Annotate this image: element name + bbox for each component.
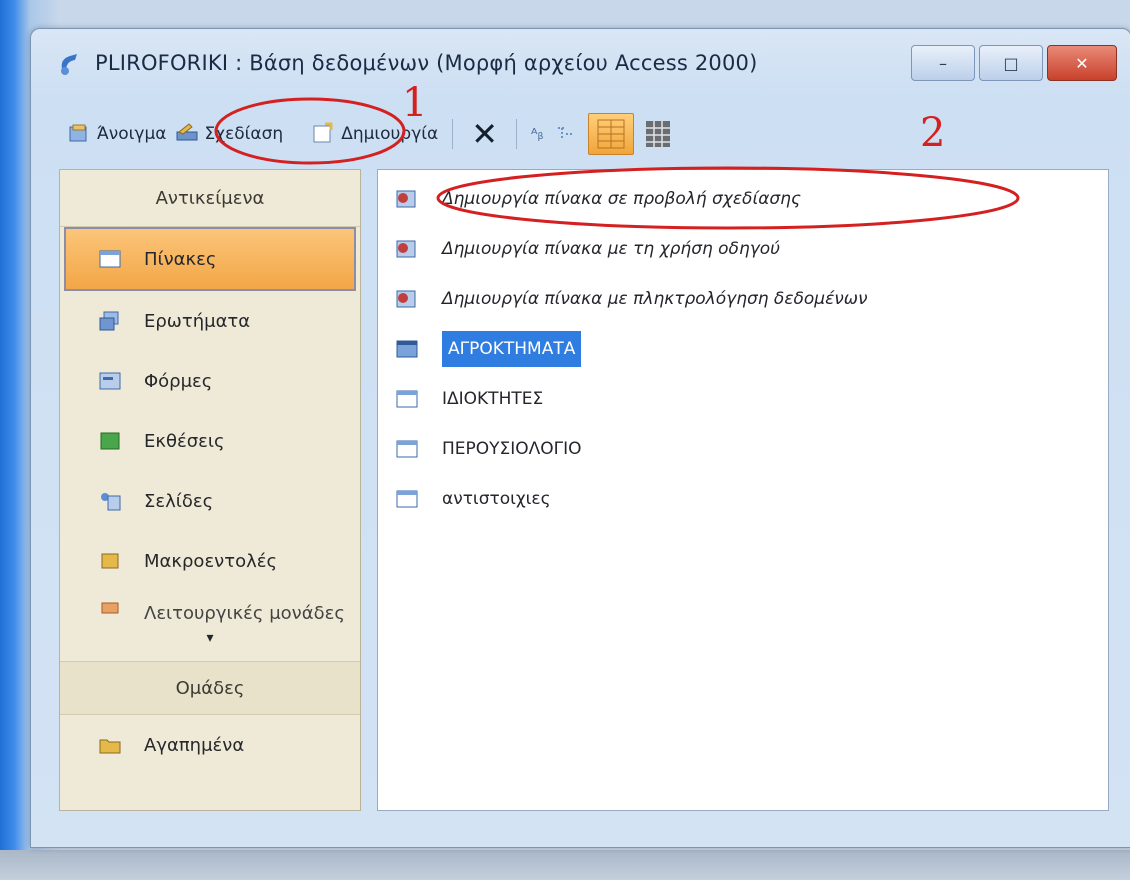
sidebar-item-forms[interactable]: Φόρμες bbox=[60, 351, 360, 411]
sidebar-item-label: Πίνακες bbox=[144, 248, 217, 270]
table-icon bbox=[396, 390, 418, 408]
sidebar-item-label: Εκθέσεις bbox=[144, 430, 225, 452]
sidebar-item-macros[interactable]: Μακροεντολές bbox=[60, 531, 360, 591]
table-icon bbox=[396, 440, 418, 458]
title-bar[interactable]: PLIROFORIKI : Βάση δεδομένων (Μορφή αρχε… bbox=[31, 29, 1130, 99]
design-icon bbox=[176, 123, 198, 141]
objects-sidebar: Αντικείμενα Πίνακες Ερωτήματα Φόρμες Εκθ… bbox=[59, 169, 361, 811]
group-item-favorites[interactable]: Αγαπημένα bbox=[60, 715, 360, 775]
sidebar-item-modules[interactable]: Λειτουργικές μονάδες bbox=[60, 591, 360, 633]
list-item-label: ΠΕΡΟΥΣΙΟΛΟΓΙΟ bbox=[442, 439, 582, 459]
open-button[interactable]: Άνοιγμα bbox=[63, 114, 171, 154]
list-item-create-design-view[interactable]: Δημιουργία πίνακα σε προβολή σχεδίασης bbox=[378, 174, 1108, 224]
objects-header[interactable]: Αντικείμενα bbox=[60, 170, 360, 227]
query-icon bbox=[99, 311, 119, 331]
module-icon bbox=[101, 602, 119, 614]
details-view-button[interactable] bbox=[640, 114, 676, 154]
list-view-icon bbox=[597, 119, 625, 149]
table-item-agroktimata[interactable]: ΑΓΡΟΚΤΗΜΑΤΑ bbox=[378, 324, 1108, 374]
table-item-antistoixies[interactable]: αντιστοιχιες bbox=[378, 474, 1108, 524]
groups-header[interactable]: Ομάδες bbox=[60, 661, 360, 715]
table-icon bbox=[396, 340, 418, 358]
list-item-create-wizard[interactable]: Δημιουργία πίνακα με τη χρήση οδηγού bbox=[378, 224, 1108, 274]
favorites-folder-icon bbox=[99, 739, 121, 754]
annotation-number-2: 2 bbox=[920, 110, 946, 156]
close-button[interactable]: ✕ bbox=[1047, 45, 1117, 81]
sidebar-item-tables[interactable]: Πίνακες bbox=[64, 227, 356, 291]
toolbar-separator bbox=[452, 119, 454, 149]
list-view-button[interactable] bbox=[587, 113, 634, 155]
page-icon bbox=[101, 493, 121, 511]
form-icon bbox=[99, 372, 121, 390]
table-item-perousiologio[interactable]: ΠΕΡΟΥΣΙΟΛΟΓΙΟ bbox=[378, 424, 1108, 474]
desktop-bottom-bar bbox=[0, 850, 1130, 880]
macro-icon bbox=[101, 553, 119, 569]
sidebar-item-label: Σελίδες bbox=[144, 490, 214, 512]
maximize-button[interactable]: □ bbox=[979, 45, 1043, 81]
new-label: Δημιουργία bbox=[341, 124, 439, 144]
table-icon bbox=[99, 250, 121, 268]
small-icons-icon bbox=[557, 127, 572, 138]
list-item-label: αντιστοιχιες bbox=[442, 489, 551, 509]
open-icon bbox=[69, 124, 87, 142]
scroll-more-arrow[interactable]: ▾ bbox=[60, 631, 360, 647]
sidebar-item-reports[interactable]: Εκθέσεις bbox=[60, 411, 360, 471]
minimize-button[interactable]: – bbox=[911, 45, 975, 81]
details-view-icon bbox=[645, 121, 670, 147]
new-icon bbox=[313, 122, 333, 143]
toolbar-separator bbox=[516, 119, 518, 149]
table-icon bbox=[396, 490, 418, 508]
objects-list: Δημιουργία πίνακα σε προβολή σχεδίασης Δ… bbox=[377, 169, 1109, 811]
window-title: PLIROFORIKI : Βάση δεδομένων (Μορφή αρχε… bbox=[95, 51, 758, 75]
database-window: PLIROFORIKI : Βάση δεδομένων (Μορφή αρχε… bbox=[30, 28, 1130, 848]
list-item-label: Δημιουργία πίνακα με πληκτρολόγηση δεδομ… bbox=[442, 289, 868, 309]
access-app-icon bbox=[61, 54, 77, 75]
large-icons-button[interactable]: ᴬᵦ bbox=[527, 114, 548, 154]
annotation-number-1: 1 bbox=[402, 80, 428, 126]
small-icons-button[interactable] bbox=[548, 114, 580, 154]
sidebar-item-label: Ερωτήματα bbox=[144, 310, 251, 332]
sidebar-item-label: Φόρμες bbox=[144, 370, 213, 392]
wizard-icon bbox=[396, 290, 416, 308]
list-item-label: ΑΓΡΟΚΤΗΜΑΤΑ bbox=[442, 331, 582, 367]
list-item-label: Δημιουργία πίνακα σε προβολή σχεδίασης bbox=[442, 189, 801, 209]
toolbar: Άνοιγμα Σχεδίαση Δημιουργία ✕ ᴬᵦ bbox=[63, 111, 1111, 157]
group-item-label: Αγαπημένα bbox=[144, 734, 245, 756]
sidebar-item-label: Λειτουργικές μονάδες bbox=[144, 603, 345, 624]
list-item-label: ΙΔΙΟΚΤΗΤΕΣ bbox=[442, 389, 544, 409]
open-label: Άνοιγμα bbox=[97, 124, 167, 144]
report-icon bbox=[100, 432, 120, 450]
design-label: Σχεδίαση bbox=[204, 124, 284, 144]
sidebar-item-label: Μακροεντολές bbox=[144, 550, 278, 572]
wizard-icon bbox=[396, 190, 416, 208]
delete-button[interactable]: ✕ bbox=[463, 114, 506, 154]
list-item-label: Δημιουργία πίνακα με τη χρήση οδηγού bbox=[442, 239, 781, 259]
wizard-icon bbox=[396, 240, 416, 258]
sidebar-item-queries[interactable]: Ερωτήματα bbox=[60, 291, 360, 351]
list-item-create-data-entry[interactable]: Δημιουργία πίνακα με πληκτρολόγηση δεδομ… bbox=[378, 274, 1108, 324]
window-controls: – □ ✕ bbox=[911, 45, 1117, 81]
design-button[interactable]: Σχεδίαση bbox=[171, 114, 288, 154]
table-item-idioktites[interactable]: ΙΔΙΟΚΤΗΤΕΣ bbox=[378, 374, 1108, 424]
sidebar-item-pages[interactable]: Σελίδες bbox=[60, 471, 360, 531]
